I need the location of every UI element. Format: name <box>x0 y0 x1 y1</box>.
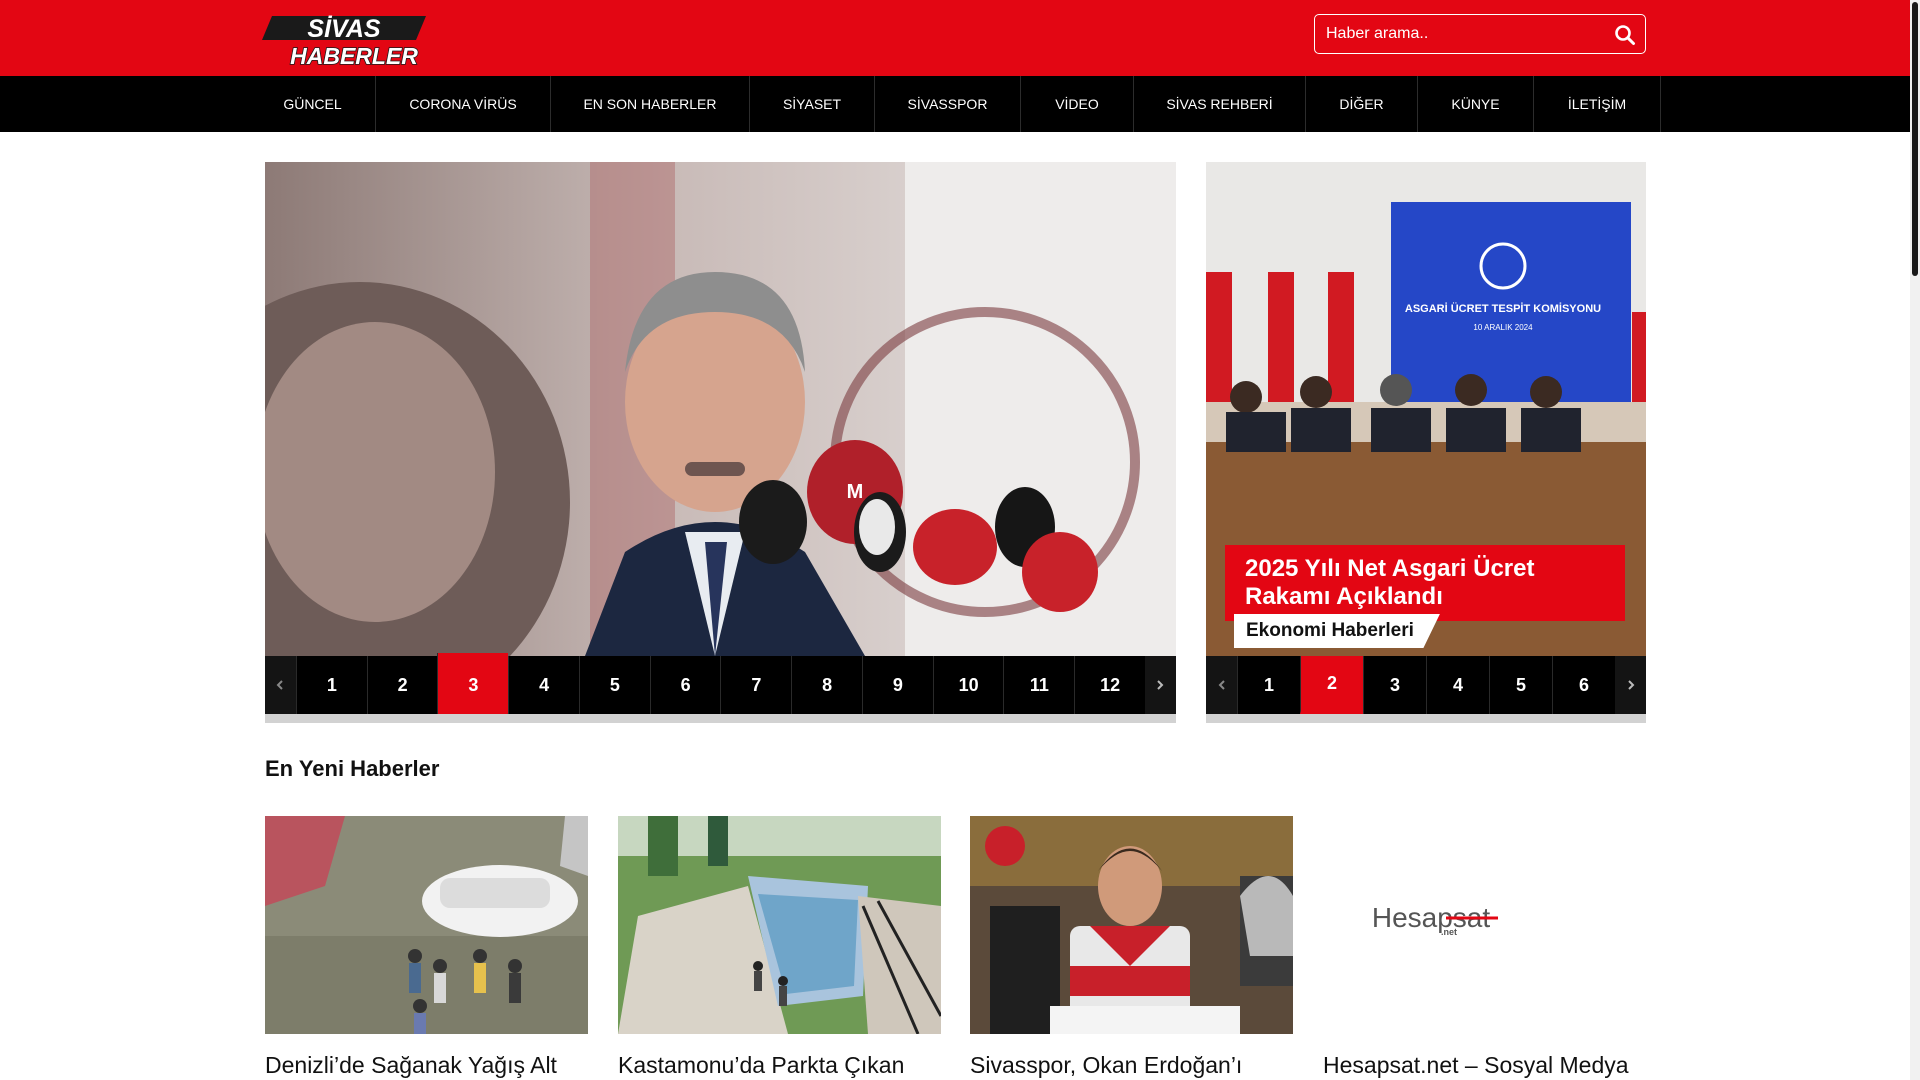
main-slider-page-4[interactable]: 4 <box>508 656 579 714</box>
logo-text-top: SİVAS <box>307 15 380 43</box>
news-card-title[interactable]: Denizli’de Sağanak Yağış Alt <box>265 1052 588 1079</box>
news-card: Denizli’de Sağanak Yağış Alt <box>265 816 588 1079</box>
main-slider-page-3-active[interactable]: 3 <box>437 653 509 717</box>
nav-item-iletisim[interactable]: İLETİŞİM <box>1534 76 1661 132</box>
screen-date: 10 ARALIK 2024 <box>1473 323 1533 332</box>
latest-news-heading: En Yeni Haberler <box>265 756 440 781</box>
side-slider-page-5[interactable]: 5 <box>1489 656 1552 714</box>
main-slider-page-1[interactable]: 1 <box>295 656 367 714</box>
chevron-left-icon <box>1218 680 1225 690</box>
news-card-image-signing[interactable] <box>970 816 1293 1034</box>
side-slider-bottom-bar <box>1206 714 1646 723</box>
main-slider-page-7[interactable]: 7 <box>720 656 791 714</box>
hesapsat-logo-suffix: .net <box>1441 927 1457 937</box>
main-slider-bottom-bar <box>265 714 1176 723</box>
logo-text-bottom: HABERLER <box>290 43 418 66</box>
header-bar: SİVAS HABERLER <box>0 0 1910 76</box>
main-slider-image[interactable]: M <box>265 162 1176 656</box>
news-card-image-hesapsat[interactable]: Hesapsat .net <box>1323 816 1646 1034</box>
main-slider-prev-button[interactable] <box>265 656 296 714</box>
main-slider-page-2[interactable]: 2 <box>366 656 438 714</box>
search-icon[interactable] <box>1613 23 1637 47</box>
news-card-title[interactable]: Hesapsat.net – Sosyal Medya <box>1323 1052 1646 1079</box>
nav-item-diger[interactable]: DİĞER <box>1306 76 1418 132</box>
page-scrollbar[interactable] <box>1910 0 1920 1080</box>
side-slider-page-6[interactable]: 6 <box>1552 656 1615 714</box>
search-box <box>1314 14 1646 54</box>
chevron-left-icon <box>277 680 284 690</box>
main-slider-page-10[interactable]: 10 <box>932 656 1004 714</box>
side-slider-caption[interactable]: 2025 Yılı Net Asgari Ücret Rakamı Açıkla… <box>1225 545 1625 621</box>
main-navigation: GÜNCEL CORONA VİRÜS EN SON HABERLER SİYA… <box>0 76 1910 132</box>
news-card-image-flood[interactable] <box>265 816 588 1034</box>
nav-item-sivasspor[interactable]: SİVASSPOR <box>875 76 1021 132</box>
side-slider-next-button[interactable] <box>1615 656 1646 714</box>
nav-item-kunye[interactable]: KÜNYE <box>1418 76 1534 132</box>
nav-item-sivas-rehberi[interactable]: SİVAS REHBERİ <box>1134 76 1306 132</box>
side-slider-prev-button[interactable] <box>1206 656 1237 714</box>
nav-item-siyaset[interactable]: SİYASET <box>750 76 875 132</box>
svg-text:M: M <box>847 481 864 503</box>
page-scrollbar-thumb[interactable] <box>1912 2 1918 276</box>
side-slider-page-2-active[interactable]: 2 <box>1300 656 1363 714</box>
main-slider-page-8[interactable]: 8 <box>791 656 862 714</box>
side-slider-page-1[interactable]: 1 <box>1237 656 1300 714</box>
chevron-right-icon <box>1157 680 1164 690</box>
news-card: Sivasspor, Okan Erdoğan’ı <box>970 816 1293 1079</box>
nav-item-guncel[interactable]: GÜNCEL <box>250 76 376 132</box>
screen-title: ASGARİ ÜCRET TESPİT KOMİSYONU <box>1405 302 1601 315</box>
nav-item-en-son-haberler[interactable]: EN SON HABERLER <box>551 76 750 132</box>
news-card-title[interactable]: Kastamonu’da Parkta Çıkan <box>618 1052 941 1079</box>
nav-item-video[interactable]: VİDEO <box>1021 76 1134 132</box>
press-conference-photo: M <box>265 162 1176 656</box>
chevron-right-icon <box>1627 680 1634 690</box>
nav-item-corona-virus[interactable]: CORONA VİRÜS <box>376 76 551 132</box>
news-card: Hesapsat .net Hesapsat.net – Sosyal Medy… <box>1323 816 1646 1079</box>
main-slider-next-button[interactable] <box>1144 656 1176 714</box>
site-logo[interactable]: SİVAS HABERLER <box>250 14 462 66</box>
main-slider-page-6[interactable]: 6 <box>649 656 721 714</box>
main-slider-pager: 1 2 3 4 5 6 7 8 9 10 11 12 <box>265 653 1176 717</box>
main-slider-page-9[interactable]: 9 <box>861 656 933 714</box>
news-card-title[interactable]: Sivasspor, Okan Erdoğan’ı <box>970 1052 1293 1079</box>
news-card: Kastamonu’da Parkta Çıkan <box>618 816 941 1079</box>
side-slider-page-3[interactable]: 3 <box>1363 656 1426 714</box>
news-card-image-park[interactable] <box>618 816 941 1034</box>
main-slider-page-12[interactable]: 12 <box>1074 656 1145 714</box>
search-input[interactable] <box>1315 15 1605 53</box>
side-slider-pager: 1 2 3 4 5 6 <box>1206 656 1646 714</box>
main-slider-page-11[interactable]: 11 <box>1003 656 1074 714</box>
main-slider-page-5[interactable]: 5 <box>578 656 650 714</box>
side-slider-page-4[interactable]: 4 <box>1426 656 1489 714</box>
side-slider-category-tag[interactable]: Ekonomi Haberleri <box>1234 614 1440 648</box>
